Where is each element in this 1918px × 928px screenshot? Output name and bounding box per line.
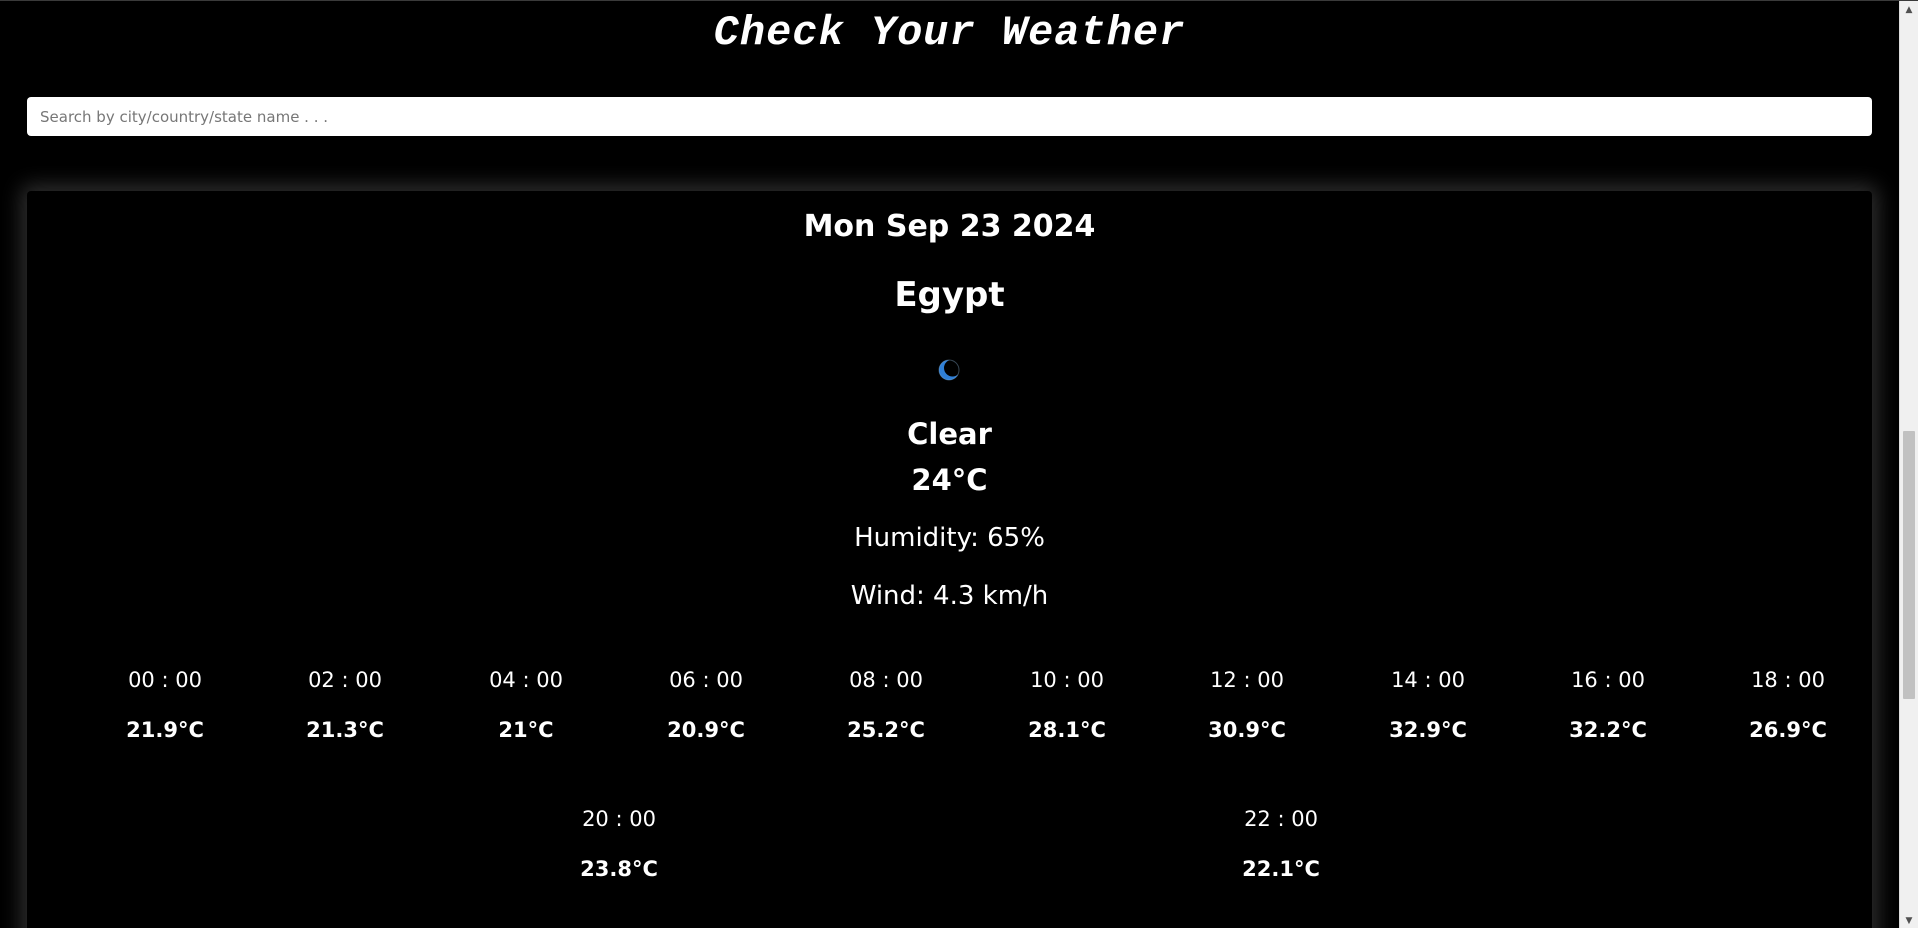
- browser-viewport: Check Your Weather Mon Sep 23 2024 Egypt…: [0, 0, 1918, 928]
- forecast-temperature: 22.1°C: [1242, 857, 1320, 881]
- forecast-temperature: 25.2°C: [847, 718, 925, 742]
- scrollbar-thumb[interactable]: [1903, 431, 1915, 699]
- forecast-temperature: 20.9°C: [667, 718, 745, 742]
- hourly-forecast-item: 00 : 00 21.9°C: [85, 665, 245, 745]
- hourly-forecast-item: 22 : 00 22.1°C: [1201, 804, 1361, 884]
- forecast-time: 22 : 00: [1244, 807, 1318, 831]
- hourly-forecast-item: 14 : 00 32.9°C: [1348, 665, 1508, 745]
- hourly-forecast-item: 04 : 00 21°C: [446, 665, 606, 745]
- forecast-time: 20 : 00: [582, 807, 656, 831]
- current-temperature: 24°C: [911, 463, 988, 497]
- weather-page: Check Your Weather Mon Sep 23 2024 Egypt…: [0, 1, 1899, 928]
- forecast-temperature: 28.1°C: [1028, 718, 1106, 742]
- page-scrollbar[interactable]: ▲ ▼: [1899, 1, 1918, 928]
- forecast-time: 04 : 00: [489, 668, 563, 692]
- location-name: Egypt: [894, 275, 1005, 315]
- forecast-temperature: 21.3°C: [306, 718, 384, 742]
- hourly-forecast-item: 18 : 00 26.9°C: [1708, 665, 1868, 745]
- forecast-temperature: 30.9°C: [1208, 718, 1286, 742]
- wind-reading: Wind: 4.3 km/h: [850, 581, 1049, 611]
- hourly-forecast-item: 02 : 00 21.3°C: [265, 665, 425, 745]
- forecast-time: 02 : 00: [308, 668, 382, 692]
- weather-condition: Clear: [907, 417, 992, 451]
- forecast-temperature: 21°C: [498, 718, 554, 742]
- forecast-time: 06 : 00: [669, 668, 743, 692]
- forecast-temperature: 32.2°C: [1569, 718, 1647, 742]
- page-title: Check Your Weather: [713, 9, 1186, 57]
- hourly-forecast-item: 06 : 00 20.9°C: [626, 665, 786, 745]
- weather-card: Mon Sep 23 2024 Egypt Clear 24°C Humidit…: [27, 191, 1872, 928]
- hourly-forecast-item: 12 : 00 30.9°C: [1167, 665, 1327, 745]
- humidity-reading: Humidity: 65%: [854, 523, 1045, 553]
- scroll-down-arrow-icon[interactable]: ▼: [1900, 912, 1918, 928]
- forecast-time: 12 : 00: [1210, 668, 1284, 692]
- hourly-forecast-item: 16 : 00 32.2°C: [1528, 665, 1688, 745]
- hourly-forecast-item: 20 : 00 23.8°C: [539, 804, 699, 884]
- forecast-temperature: 32.9°C: [1389, 718, 1467, 742]
- forecast-temperature: 23.8°C: [580, 857, 658, 881]
- forecast-temperature: 26.9°C: [1749, 718, 1827, 742]
- current-date: Mon Sep 23 2024: [803, 209, 1096, 244]
- forecast-time: 18 : 00: [1751, 668, 1825, 692]
- forecast-time: 14 : 00: [1391, 668, 1465, 692]
- crescent-moon-icon: [938, 359, 961, 381]
- forecast-time: 16 : 00: [1571, 668, 1645, 692]
- hourly-forecast-item: 10 : 00 28.1°C: [987, 665, 1147, 745]
- forecast-temperature: 21.9°C: [126, 718, 204, 742]
- forecast-time: 00 : 00: [128, 668, 202, 692]
- search-input[interactable]: [27, 97, 1872, 136]
- forecast-time: 08 : 00: [849, 668, 923, 692]
- forecast-time: 10 : 00: [1030, 668, 1104, 692]
- scroll-up-arrow-icon[interactable]: ▲: [1900, 1, 1918, 18]
- hourly-forecast-item: 08 : 00 25.2°C: [806, 665, 966, 745]
